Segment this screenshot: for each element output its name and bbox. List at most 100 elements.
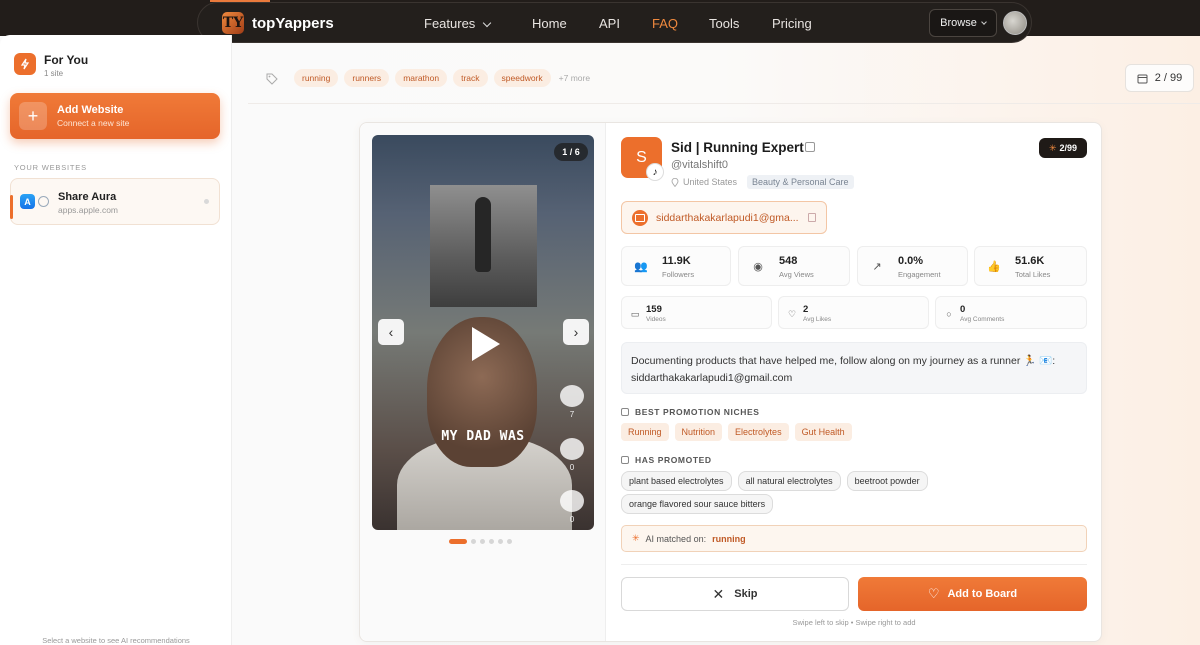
calendar-icon [1137,74,1148,83]
ai-match-term: running [712,533,746,544]
stat-views: ◉ 548 Avg Views [738,246,850,286]
tag-bar: running runners marathon track speedwork… [248,63,590,93]
stat-value: 2 [803,304,809,315]
comments-count: 0 [569,463,575,472]
website-item-share-aura[interactable]: A Share Aura apps.apple.com [10,178,220,225]
copy-icon[interactable] [808,213,816,222]
browse-button[interactable]: Browse [929,9,997,37]
nav-faq[interactable]: FAQ [652,16,678,31]
add-to-board-button[interactable]: ♡ Add to Board [858,577,1087,611]
heart-icon [560,385,584,407]
creator-bio: Documenting products that have helped me… [621,342,1087,394]
slide-dot[interactable] [471,539,476,544]
chevron-down-icon [981,19,987,25]
prev-arrow-button[interactable]: ‹ [378,319,404,345]
user-avatar[interactable] [1003,11,1027,35]
video-inset-photo [430,185,537,307]
tag-icon [266,72,278,85]
stat-total-likes: 👍 51.6K Total Likes [974,246,1087,286]
add-website-button[interactable]: + Add Website Connect a new site [10,93,220,139]
divider [248,103,1200,104]
stat-videos: ▭ 159 Videos [621,296,772,329]
ai-match-box: ✳ AI matched on: running [621,525,1087,552]
stat-label: Engagement [898,270,941,279]
comments-stack: 0 [560,438,584,472]
creator-handle: @vitalshift0 [671,159,729,171]
brand-name: topYappers [252,14,334,32]
promoted-list-row1: plant based electrolytes all natural ele… [621,471,928,491]
stat-label: Followers [662,270,695,279]
stat-followers: 👥 11.9K Followers [621,246,731,286]
tiktok-icon: ♪ [646,163,664,181]
divider [621,564,1087,565]
play-icon[interactable] [472,327,500,361]
stat-label: Total Likes [1015,270,1051,279]
stat-value: 11.9K [662,255,691,267]
tag-chip[interactable]: marathon [395,69,448,87]
video-player[interactable]: MY DAD WAS 1 / 6 ‹ › 7 0 0 [372,135,594,530]
for-you-title[interactable]: For You [44,53,88,67]
slide-dot[interactable] [449,539,467,544]
category-badge: Beauty & Personal Care [747,175,854,189]
next-arrow-button[interactable]: › [563,319,589,345]
creator-name: Sid | Running Expert [671,140,804,155]
shares-count: 0 [569,515,575,524]
stat-value: 0 [960,304,966,315]
nav-home[interactable]: Home [532,16,567,31]
tags-more[interactable]: +7 more [559,73,590,83]
nav-pricing[interactable]: Pricing [772,16,812,31]
slide-dot[interactable] [480,539,485,544]
email-box[interactable]: siddarthakakarlapudi1@gma... [621,201,827,234]
skip-label: Skip [734,588,758,600]
external-link-icon[interactable] [805,142,815,152]
nav-features-label: Features [424,16,476,31]
plus-icon: + [19,102,47,130]
share-icon [560,490,584,512]
promoted-chip: all natural electrolytes [737,471,841,491]
nav-api[interactable]: API [599,16,620,31]
nav-features[interactable]: Features [424,16,492,31]
add-website-title: Add Website [57,104,124,116]
slide-dot[interactable] [507,539,512,544]
close-icon: ✕ [712,585,725,602]
nav-tools[interactable]: Tools [709,16,739,31]
creator-card: MY DAD WAS 1 / 6 ‹ › 7 0 0 S ♪ Sid | Run… [359,122,1102,642]
stat-label: Videos [646,316,666,323]
tag-icon [621,408,629,416]
video-icon: ▭ [630,309,640,319]
promoted-list-row2: orange flavored sour sauce bitters [621,494,774,514]
niche-chip: Running [621,423,669,441]
progress-counter: 2 / 99 [1125,64,1194,92]
skip-button[interactable]: ✕ Skip [621,577,849,611]
slide-dot[interactable] [489,539,494,544]
brand-logo-icon: TY [222,12,244,34]
niches-list: Running Nutrition Electrolytes Gut Healt… [621,423,852,441]
browse-label: Browse [940,17,977,29]
tag-chip[interactable]: speedwork [493,69,551,87]
thumbs-up-icon: 👍 [987,261,1001,273]
comment-icon: ○ [946,309,952,319]
likes-count: 7 [569,410,575,419]
shares-stack: 0 [560,490,584,524]
runner-silhouette [475,197,491,272]
slide-counter: 1 / 6 [554,143,588,161]
status-dot [204,199,209,204]
brand[interactable]: TY topYappers [222,12,334,34]
slide-dot[interactable] [498,539,503,544]
top-navbar: TY topYappers Features Home API FAQ Tool… [197,2,1032,43]
email-text: siddarthakakarlapudi1@gma... [656,212,799,224]
website-url: apps.apple.com [58,205,119,215]
stat-avg-likes: ♡ 2 Avg Likes [778,296,929,329]
tag-chip[interactable]: track [453,69,488,87]
eye-icon: ◉ [753,261,763,273]
promoted-chip: plant based electrolytes [621,471,732,491]
tag-chip[interactable]: running [294,69,339,87]
promoted-chip: beetroot powder [846,471,928,491]
users-icon: 👥 [634,261,648,273]
stat-label: Avg Comments [960,316,1005,323]
mail-icon [632,210,648,226]
heart-icon: ♡ [787,309,797,319]
tag-chip[interactable]: runners [344,69,390,87]
likes-stack: 7 [560,385,584,419]
comment-icon [560,438,584,460]
